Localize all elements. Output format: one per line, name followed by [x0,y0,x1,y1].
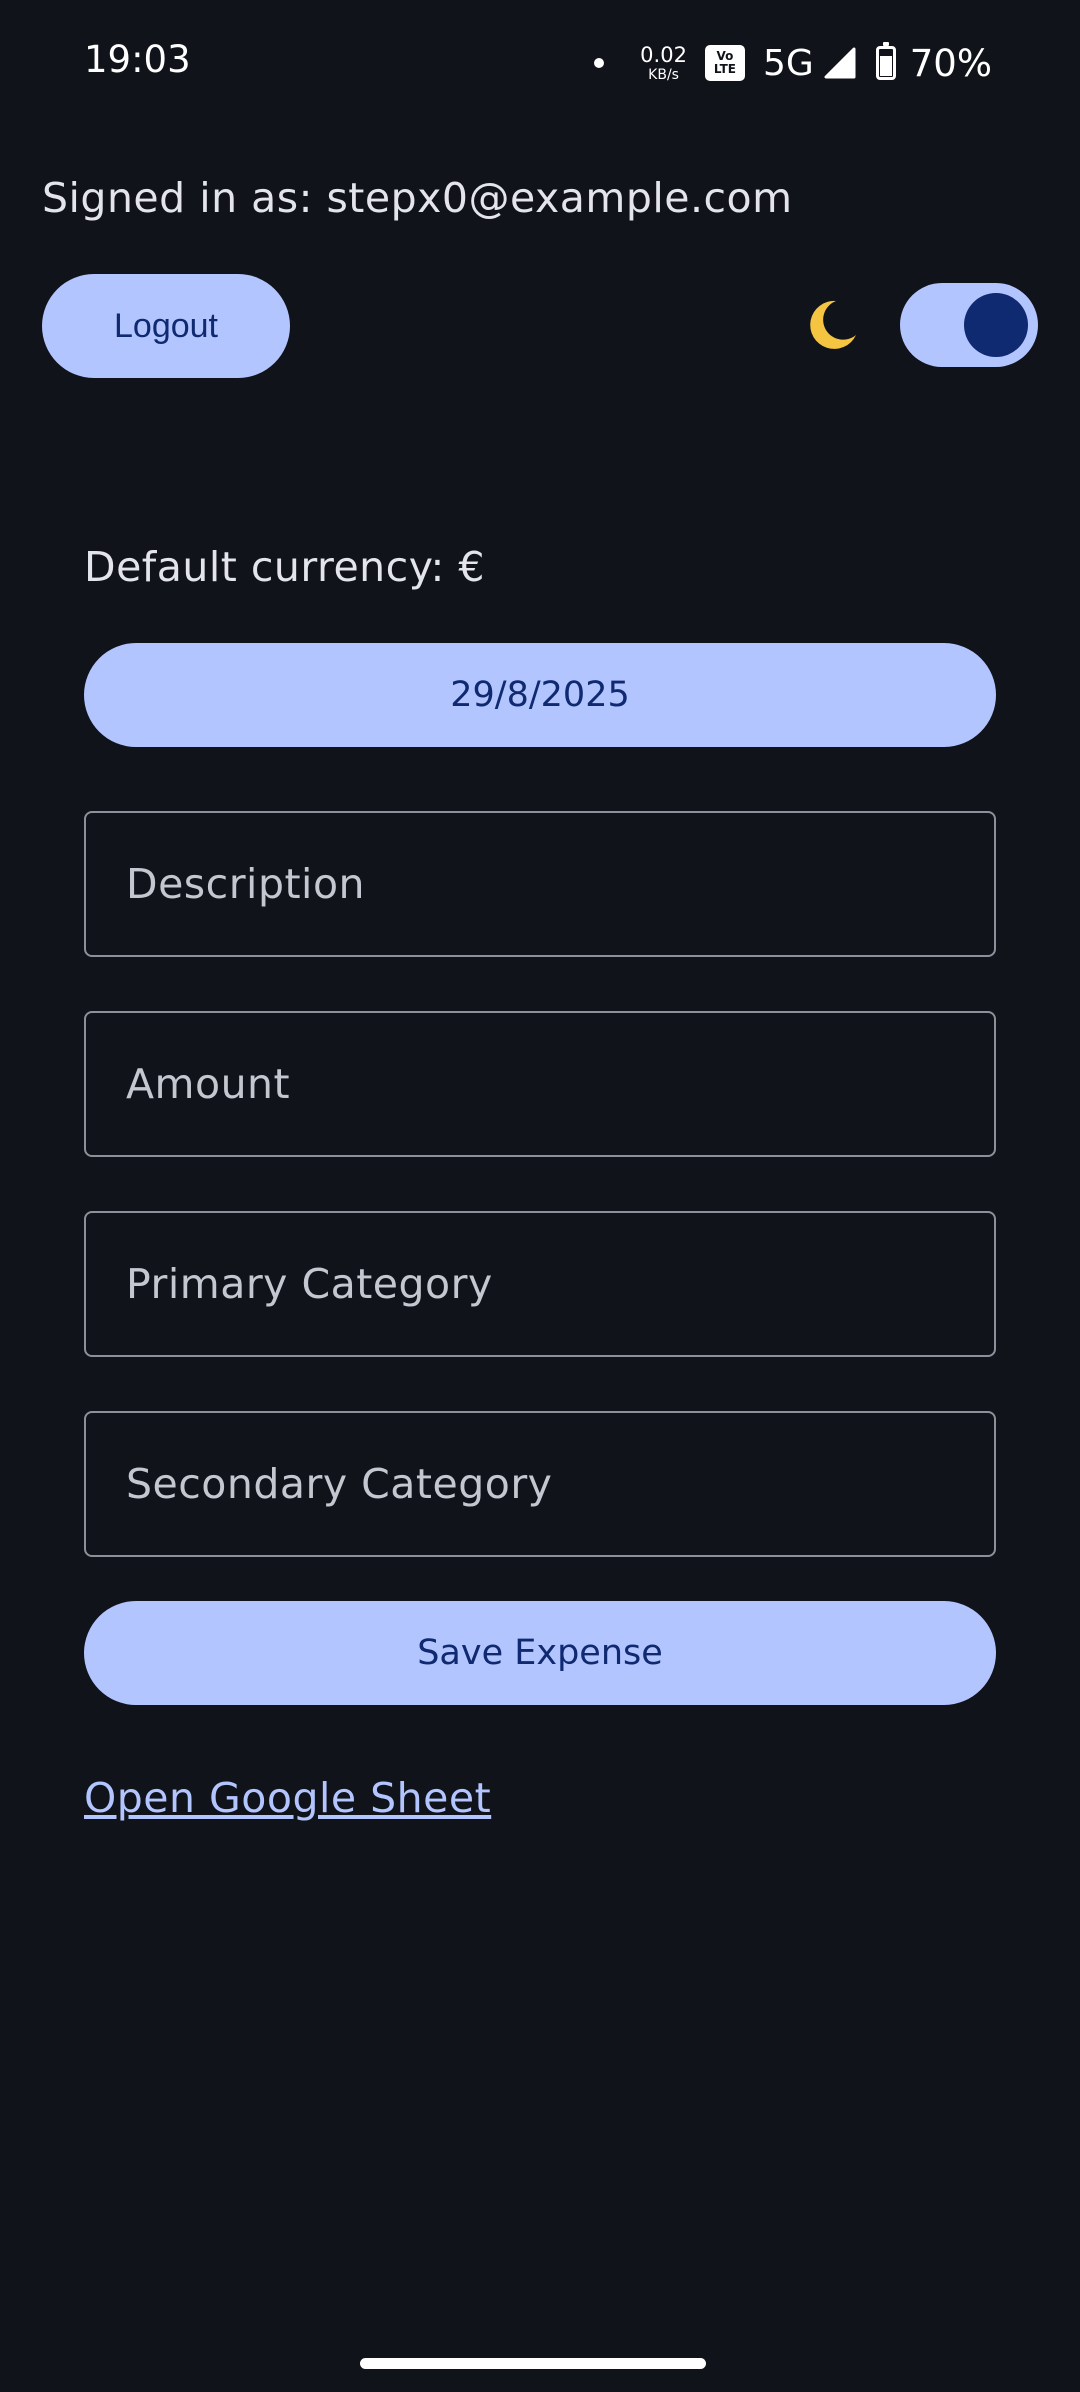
moon-icon [810,300,856,349]
battery-percent: 70% [909,41,992,85]
amount-field[interactable] [84,1011,996,1157]
home-indicator[interactable] [360,2358,706,2369]
volte-bottom-text: LTE [713,62,736,76]
network-speed: 0.02 KB/s [640,42,687,83]
save-expense-button[interactable]: Save Expense [84,1601,996,1705]
app-screen: 19:03 0.02 KB/s Vo LTE 5G 70% Signed in … [0,0,1080,2392]
date-picker-button[interactable]: 29/8/2025 [84,643,996,747]
status-icons: 0.02 KB/s Vo LTE 5G 70% [594,38,992,88]
default-currency-text: Default currency: € [84,543,485,591]
signal-icon [824,47,856,79]
dark-mode-toggle[interactable] [900,283,1038,367]
primary-category-field[interactable] [84,1211,996,1357]
status-time: 19:03 [84,38,191,81]
secondary-category-field[interactable] [84,1411,996,1557]
open-google-sheet-link[interactable]: Open Google Sheet [84,1774,491,1822]
toggle-thumb [964,293,1028,357]
battery-icon [875,42,896,80]
network-type: 5G [762,42,814,84]
status-bar: 19:03 0.02 KB/s Vo LTE 5G 70% [0,0,1080,130]
network-speed-value: 0.02 [640,42,687,67]
notification-dot-icon [594,58,605,68]
description-field[interactable] [84,811,996,957]
network-speed-unit: KB/s [648,66,679,83]
signed-in-text: Signed in as: stepx0@example.com [42,174,793,222]
logout-button[interactable]: Logout [42,274,290,378]
volte-icon: Vo LTE [704,45,745,81]
